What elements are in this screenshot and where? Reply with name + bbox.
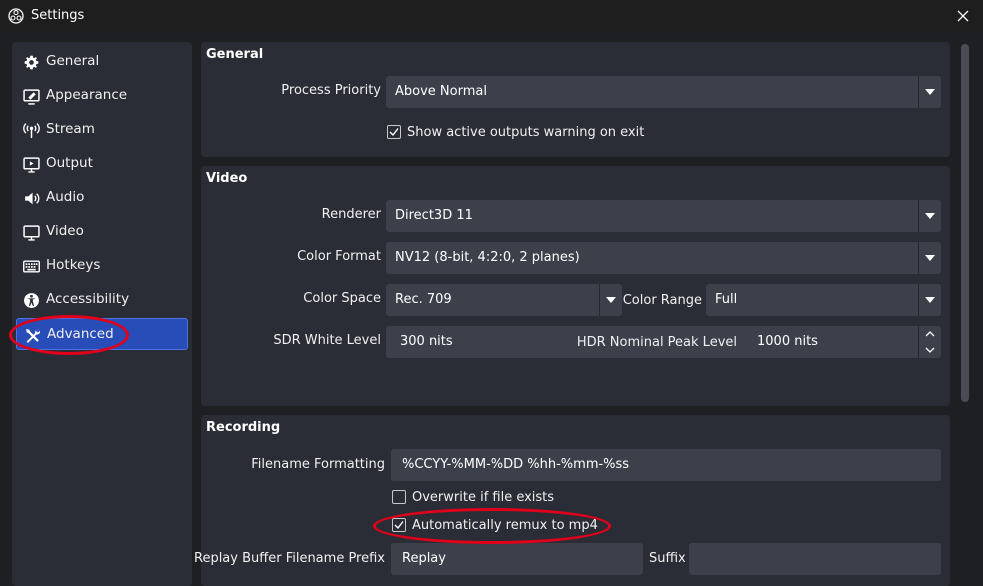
color-range-label: Color Range — [622, 293, 702, 308]
spin-up-button[interactable] — [919, 326, 941, 342]
chevron-down-icon — [925, 297, 935, 303]
suffix-label: Suffix — [649, 551, 686, 566]
color-range-select[interactable]: Full — [706, 284, 941, 316]
accessibility-icon — [24, 293, 39, 308]
renderer-value: Direct3D 11 — [395, 208, 473, 223]
process-priority-label: Process Priority — [281, 83, 381, 98]
output-monitor-icon — [23, 157, 40, 173]
window-title: Settings — [31, 8, 85, 23]
sidebar-item-label: Video — [46, 223, 84, 239]
close-button[interactable] — [951, 4, 975, 28]
sidebar-item-video[interactable]: Video — [16, 216, 188, 248]
gear-icon — [24, 55, 39, 70]
sdr-white-level-label: SDR White Level — [273, 333, 381, 348]
sidebar-item-output[interactable]: Output — [16, 148, 188, 180]
sidebar-item-general[interactable]: General — [16, 46, 188, 78]
checkmark-icon — [394, 521, 404, 530]
color-format-value: NV12 (8-bit, 4:2:0, 2 planes) — [395, 250, 580, 265]
hdr-nominal-peak-value: 1000 nits — [757, 334, 818, 349]
chevron-down-icon — [925, 89, 935, 95]
close-icon — [957, 10, 969, 22]
title-bar: Settings — [0, 0, 983, 32]
recording-section: Recording Filename Formatting %CCYY-%MM-… — [194, 415, 950, 586]
dropdown-arrow[interactable] — [918, 284, 941, 316]
process-priority-value: Above Normal — [395, 84, 487, 99]
process-priority-select[interactable]: Above Normal — [386, 76, 941, 108]
spin-down-button[interactable] — [919, 342, 941, 358]
dropdown-arrow[interactable] — [599, 284, 622, 316]
hdr-nominal-peak-label: HDR Nominal Peak Level — [576, 335, 737, 350]
color-format-label: Color Format — [297, 249, 381, 264]
monitor-icon — [23, 225, 40, 241]
overwrite-checkbox[interactable] — [392, 490, 406, 504]
video-section: Video Renderer Direct3D 11 Color Format … — [201, 166, 950, 406]
sidebar-item-appearance[interactable]: Appearance — [16, 80, 188, 112]
color-format-select[interactable]: NV12 (8-bit, 4:2:0, 2 planes) — [386, 242, 941, 274]
sidebar-item-audio[interactable]: Audio — [16, 182, 188, 214]
suffix-input[interactable] — [689, 543, 941, 575]
broadcast-icon — [23, 123, 40, 138]
scrollbar-thumb[interactable] — [961, 44, 969, 402]
filename-formatting-input[interactable]: %CCYY-%MM-%DD %hh-%mm-%ss — [391, 449, 941, 481]
sidebar-item-hotkeys[interactable]: Hotkeys — [16, 250, 188, 282]
sidebar-item-label: Stream — [46, 121, 95, 137]
section-title: Video — [206, 171, 248, 186]
chevron-down-icon — [606, 297, 616, 303]
sidebar-item-label: Hotkeys — [46, 257, 101, 273]
sidebar-item-label: Appearance — [46, 87, 128, 103]
chevron-down-icon — [925, 347, 935, 353]
dropdown-arrow[interactable] — [918, 76, 941, 108]
color-space-value: Rec. 709 — [395, 292, 452, 307]
color-range-value: Full — [715, 292, 738, 307]
chevron-up-icon — [925, 331, 935, 337]
sidebar-item-label: General — [46, 53, 100, 69]
sidebar-item-accessibility[interactable]: Accessibility — [16, 284, 188, 316]
dropdown-arrow[interactable] — [918, 200, 941, 232]
remux-checkbox[interactable] — [392, 518, 406, 532]
color-space-label: Color Space — [303, 291, 381, 306]
tools-icon — [26, 329, 41, 343]
renderer-select[interactable]: Direct3D 11 — [386, 200, 941, 232]
show-warning-label[interactable]: Show active outputs warning on exit — [407, 125, 644, 140]
filename-formatting-label: Filename Formatting — [251, 457, 385, 472]
settings-sidebar: General Appearance Stream Output Audio V… — [12, 42, 192, 586]
replay-prefix-value: Replay — [402, 551, 446, 566]
remux-label[interactable]: Automatically remux to mp4 — [412, 518, 598, 533]
spin-arrows[interactable] — [918, 326, 941, 358]
sidebar-item-label: Advanced — [47, 326, 114, 342]
chevron-down-icon — [925, 213, 935, 219]
section-title: Recording — [206, 420, 281, 435]
overwrite-label[interactable]: Overwrite if file exists — [412, 490, 554, 505]
sidebar-item-advanced[interactable]: Advanced — [16, 318, 188, 350]
replay-prefix-label: Replay Buffer Filename Prefix — [194, 551, 385, 566]
keyboard-icon — [23, 260, 40, 273]
checkmark-icon — [389, 128, 399, 137]
sidebar-item-label: Audio — [46, 189, 85, 205]
general-section: General Process Priority Above Normal Sh… — [201, 42, 950, 157]
filename-formatting-value: %CCYY-%MM-%DD %hh-%mm-%ss — [402, 457, 630, 472]
sdr-white-level-value: 300 nits — [400, 334, 453, 349]
renderer-label: Renderer — [321, 207, 381, 222]
hdr-nominal-peak-spinbox[interactable]: 1000 nits — [743, 326, 941, 358]
speaker-icon — [25, 192, 40, 205]
sidebar-item-stream[interactable]: Stream — [16, 114, 188, 146]
obs-logo-icon — [8, 8, 24, 24]
show-warning-checkbox[interactable] — [387, 125, 401, 139]
color-space-select[interactable]: Rec. 709 — [386, 284, 622, 316]
dropdown-arrow[interactable] — [918, 242, 941, 274]
sidebar-item-label: Accessibility — [46, 291, 130, 307]
sidebar-item-label: Output — [46, 155, 93, 171]
section-title: General — [206, 47, 264, 62]
appearance-icon — [23, 89, 40, 105]
replay-prefix-input[interactable]: Replay — [391, 543, 643, 575]
chevron-down-icon — [925, 255, 935, 261]
